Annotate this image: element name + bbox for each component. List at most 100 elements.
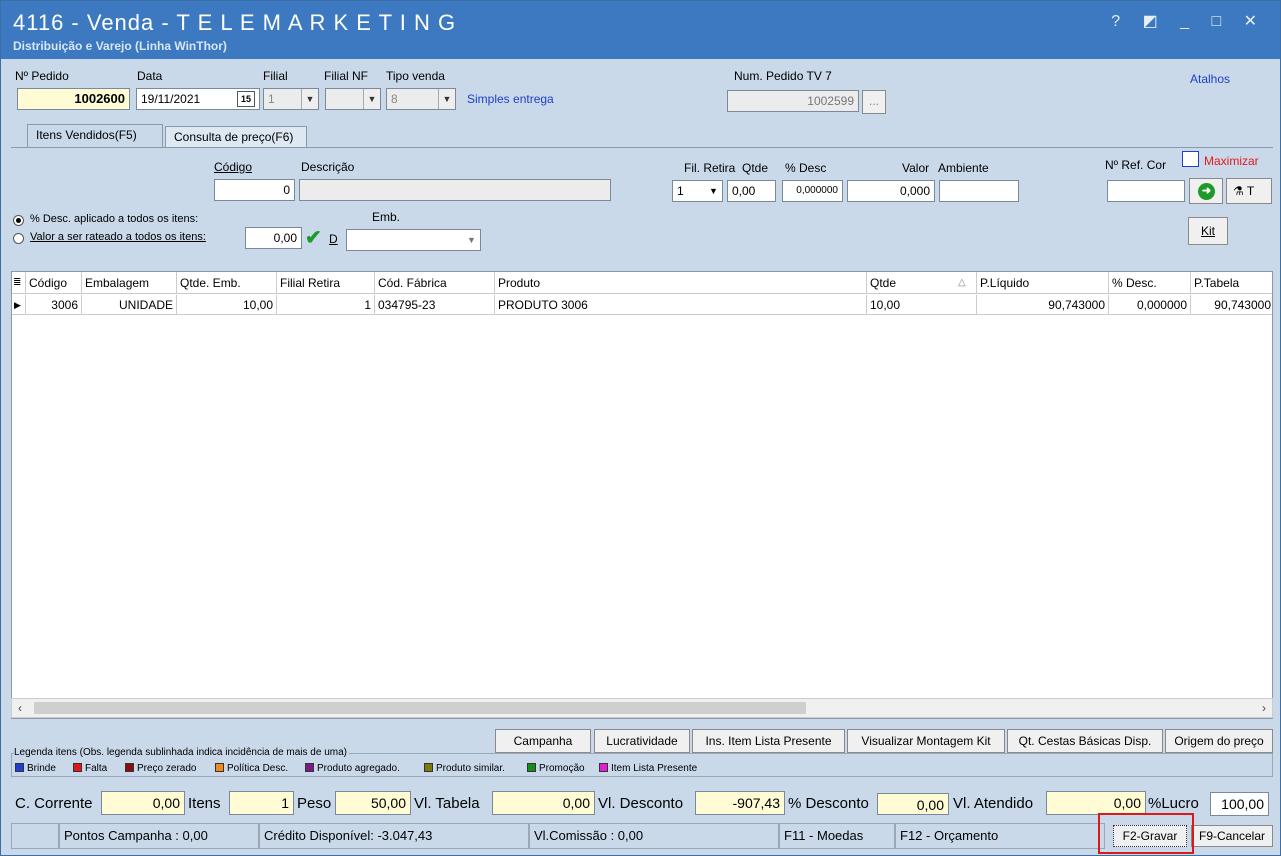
nref-label: Nº Ref. Cor bbox=[1105, 158, 1167, 172]
filial-value: 1 bbox=[268, 92, 275, 106]
col-embalagem[interactable]: Embalagem bbox=[82, 272, 177, 294]
col-p-tabela[interactable]: P.Tabela bbox=[1191, 272, 1272, 294]
legend-politica-desc: Política Desc. bbox=[215, 763, 288, 774]
legend-item-lista-presente: Item Lista Presente bbox=[599, 763, 697, 774]
status-cell-empty bbox=[11, 823, 59, 849]
d-button[interactable]: D bbox=[329, 232, 338, 246]
arrow-right-icon: ➜ bbox=[1198, 183, 1215, 200]
scroll-right-icon[interactable]: › bbox=[1262, 701, 1266, 715]
c-corrente-field[interactable]: 0,00 bbox=[101, 791, 185, 815]
kit-button[interactable]: Kit bbox=[1188, 217, 1228, 245]
codigo-field[interactable]: 0 bbox=[214, 179, 295, 201]
col-p-liquido[interactable]: P.Líquido bbox=[977, 272, 1109, 294]
tab-consulta-preco[interactable]: Consulta de preço(F6) bbox=[165, 126, 307, 148]
nref-field[interactable] bbox=[1107, 180, 1185, 202]
filial-nf-select[interactable]: ▼ bbox=[325, 88, 381, 110]
go-button[interactable]: ➜ bbox=[1189, 178, 1223, 204]
filial-nf-label: Filial NF bbox=[324, 69, 368, 83]
campanha-button[interactable]: Campanha bbox=[495, 729, 591, 753]
vl-desconto-field[interactable]: -907,43 bbox=[695, 791, 785, 815]
itens-field[interactable]: 1 bbox=[229, 791, 294, 815]
grid-header: ≣ Código Embalagem Qtde. Emb. Filial Ret… bbox=[12, 272, 1272, 294]
tipo-venda-label: Tipo venda bbox=[386, 69, 445, 83]
horizontal-scrollbar[interactable]: ‹ › bbox=[11, 698, 1273, 718]
radio2-label: Valor a ser rateado a todos os itens: bbox=[30, 231, 206, 243]
qt-cestas-basicas-button[interactable]: Qt. Cestas Básicas Disp. bbox=[1007, 729, 1163, 753]
scroll-thumb[interactable] bbox=[34, 702, 806, 714]
data-value: 19/11/2021 bbox=[141, 92, 201, 106]
swatch-darkred bbox=[125, 763, 134, 772]
col-filial-retira[interactable]: Filial Retira bbox=[277, 272, 375, 294]
cell-codigo: 3006 bbox=[26, 295, 82, 315]
main-window: 4116 - Venda - T E L E M A R K E T I N G… bbox=[0, 0, 1281, 856]
sort-asc-icon: △ bbox=[958, 277, 966, 288]
pedido-label: Nº Pedido bbox=[15, 69, 69, 83]
table-row[interactable]: ▶ 3006 UNIDADE 10,00 1 034795-23 PRODUTO… bbox=[12, 295, 1272, 315]
vl-atendido-field[interactable]: 0,00 bbox=[1046, 791, 1146, 815]
visualizar-montagem-kit-button[interactable]: Visualizar Montagem Kit bbox=[847, 729, 1005, 753]
filial-select[interactable]: 1 ▼ bbox=[263, 88, 319, 110]
items-grid: ≣ Código Embalagem Qtde. Emb. Filial Ret… bbox=[11, 271, 1273, 719]
grid-menu-icon[interactable]: ≣ bbox=[12, 272, 26, 294]
swatch-purple bbox=[305, 763, 314, 772]
radio-desc-aplicado[interactable] bbox=[13, 215, 24, 226]
status-credito: Crédito Disponível: -3.047,43 bbox=[259, 823, 529, 849]
col-desc[interactable]: % Desc. bbox=[1109, 272, 1191, 294]
emb-select[interactable]: ▼ bbox=[346, 229, 481, 251]
cell-qtde-emb: 10,00 bbox=[177, 295, 277, 315]
ambiente-field[interactable] bbox=[939, 180, 1019, 202]
desc-field[interactable]: 0,000000 bbox=[782, 180, 843, 202]
cell-produto: PRODUTO 3006 bbox=[495, 295, 867, 315]
lucratividade-button[interactable]: Lucratividade bbox=[594, 729, 690, 753]
f9-cancelar-button[interactable]: F9-Cancelar bbox=[1191, 825, 1273, 847]
tipo-venda-select[interactable]: 8 ▼ bbox=[386, 88, 456, 110]
ins-item-lista-presente-button[interactable]: Ins. Item Lista Presente bbox=[692, 729, 845, 753]
chevron-down-icon: ▼ bbox=[438, 89, 455, 109]
maximizar-link[interactable]: Maximizar bbox=[1204, 154, 1259, 168]
valor-field[interactable]: 0,000 bbox=[847, 180, 935, 202]
tab-itens-vendidos[interactable]: Itens Vendidos(F5) bbox=[27, 124, 163, 148]
rateio-field[interactable]: 0,00 bbox=[245, 227, 302, 249]
pct-desconto-field[interactable]: 0,00 bbox=[877, 793, 949, 815]
col-qtde-emb[interactable]: Qtde. Emb. bbox=[177, 272, 277, 294]
calendar-icon[interactable]: 15 bbox=[237, 91, 255, 107]
peso-label: Peso bbox=[297, 795, 332, 812]
scroll-left-icon[interactable]: ‹ bbox=[18, 701, 22, 715]
status-f12-orcamento[interactable]: F12 - Orçamento bbox=[895, 823, 1105, 849]
status-comissao: Vl.Comissão : 0,00 bbox=[529, 823, 779, 849]
swatch-olive bbox=[424, 763, 433, 772]
col-qtde[interactable]: Qtde △ bbox=[867, 272, 977, 294]
swatch-magenta bbox=[599, 763, 608, 772]
swatch-blue bbox=[15, 763, 24, 772]
descricao-field[interactable] bbox=[299, 179, 611, 201]
cell-p-liquido: 90,743000 bbox=[977, 295, 1109, 315]
fil-retira-select[interactable]: 1 ▼ bbox=[672, 180, 723, 202]
peso-field[interactable]: 50,00 bbox=[335, 791, 411, 815]
qtde-field[interactable]: 0,00 bbox=[727, 180, 776, 202]
num-tv7-search-button[interactable]: ... bbox=[862, 90, 886, 114]
atalhos-link[interactable]: Atalhos bbox=[1190, 72, 1230, 86]
col-codigo[interactable]: Código bbox=[26, 272, 82, 294]
t-label: T bbox=[1246, 184, 1255, 198]
t-button[interactable]: ⚗ T bbox=[1226, 178, 1272, 204]
swatch-red bbox=[73, 763, 82, 772]
maximize-icon[interactable] bbox=[1182, 151, 1199, 167]
col-produto[interactable]: Produto bbox=[495, 272, 867, 294]
chevron-down-icon: ▼ bbox=[705, 181, 722, 201]
status-f11-moedas[interactable]: F11 - Moedas bbox=[779, 823, 895, 849]
legend-falta: Falta bbox=[73, 763, 107, 774]
cell-p-tabela: 90,743000 bbox=[1191, 295, 1272, 315]
check-icon[interactable]: ✔ bbox=[305, 227, 322, 249]
pedido-field[interactable]: 1002600 bbox=[17, 88, 130, 110]
pct-lucro-field[interactable]: 100,00 bbox=[1210, 792, 1269, 816]
qtde-label: Qtde bbox=[742, 161, 769, 175]
origem-preco-button[interactable]: Origem do preço bbox=[1165, 729, 1273, 753]
row-pointer-icon: ▶ bbox=[12, 295, 26, 315]
legend-promocao: Promoção bbox=[527, 763, 585, 774]
window-controls[interactable]: ? ◩ _ □ ✕ bbox=[1111, 11, 1266, 31]
legend-preco-zerado: Preço zerado bbox=[125, 763, 196, 774]
vl-tabela-field[interactable]: 0,00 bbox=[492, 791, 595, 815]
num-tv7-field[interactable]: 1002599 bbox=[727, 90, 859, 112]
radio-valor-rateado[interactable] bbox=[13, 233, 24, 244]
col-cod-fabrica[interactable]: Cód. Fábrica bbox=[375, 272, 495, 294]
